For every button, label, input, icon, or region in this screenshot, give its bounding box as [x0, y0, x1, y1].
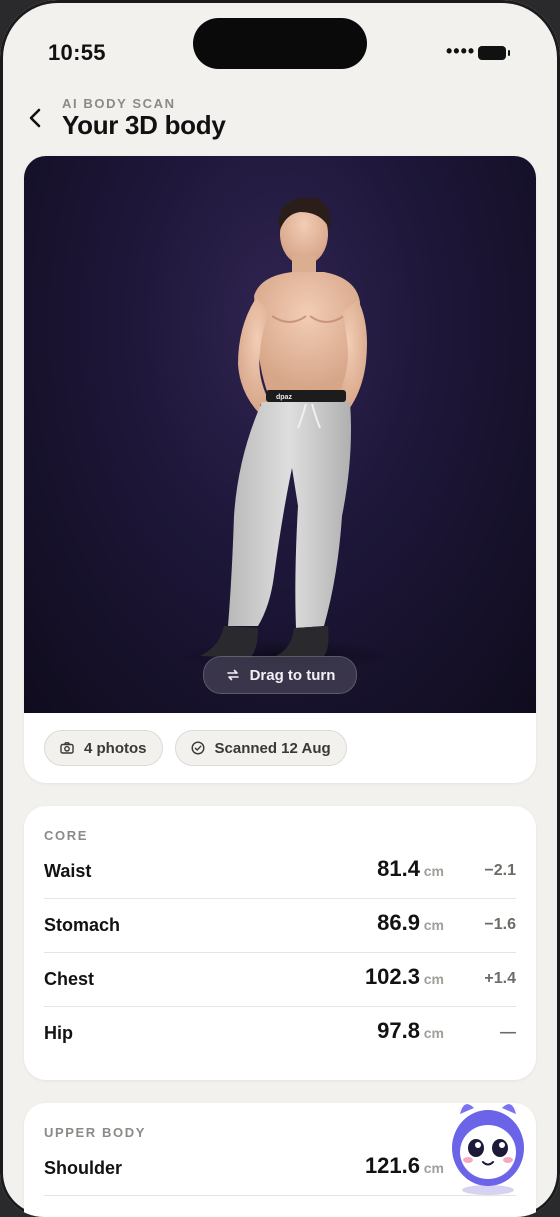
row-divider [44, 1006, 516, 1007]
measurement-delta: −2.1 [484, 862, 516, 879]
body-model-card: dpaz Drag to turn 4 photos Scanned 12 Au… [24, 156, 536, 783]
page-eyebrow: AI BODY SCAN [62, 96, 176, 111]
measurement-value: 121.6 [364, 1153, 420, 1178]
rotate-icon [226, 669, 239, 681]
measurement-name: Hip [44, 1023, 73, 1043]
measurement-name: Chest [44, 969, 95, 989]
measurement-unit: cm [423, 863, 444, 879]
measurement-delta: −1.6 [484, 916, 516, 933]
measurement-value: 86.9 [377, 910, 420, 935]
scanned-date-label: Scanned 12 Aug [214, 739, 331, 757]
section-label-core: CORE [44, 828, 88, 843]
measurement-unit: cm [423, 971, 444, 987]
phone-screen: 10:55 •••• AI BODY SCAN Your 3D body dpa… [0, 0, 560, 1217]
measurement-delta: +1.4 [484, 970, 516, 987]
dynamic-island [193, 18, 367, 69]
measurement-value: 102.3 [364, 964, 420, 989]
core-measurements-card: CORE Waist 81.4 cm −2.1 Stomach 86.9 cm … [24, 806, 536, 1080]
waistband-logo: dpaz [276, 394, 292, 401]
back-button[interactable] [26, 106, 46, 130]
measurement-row[interactable]: Waist 81.4 cm −2.1 [44, 844, 516, 898]
row-divider [44, 898, 516, 899]
measurement-unit: cm [423, 1160, 444, 1176]
photos-chip[interactable]: 4 photos [44, 730, 163, 766]
photos-chip-label: 4 photos [84, 739, 147, 757]
assistant-mascot-button[interactable] [446, 1094, 530, 1198]
measurement-value: 97.8 [377, 1018, 420, 1043]
measurement-row[interactable] [44, 1195, 516, 1217]
drag-to-turn-label: Drag to turn [249, 666, 336, 684]
battery-icon [478, 46, 510, 60]
measurement-row[interactable]: Stomach 86.9 cm −1.6 [44, 898, 516, 952]
measurement-unit: cm [423, 1025, 444, 1041]
check-circle-icon [190, 741, 205, 755]
measurement-name: Shoulder [44, 1158, 123, 1178]
chevron-left-icon [29, 108, 41, 128]
measurement-unit: cm [423, 917, 444, 933]
drag-to-turn-hint[interactable]: Drag to turn [203, 656, 357, 694]
row-divider [44, 952, 516, 953]
camera-icon [60, 742, 74, 754]
measurement-name: Waist [44, 861, 92, 881]
status-time: 10:55 [48, 40, 106, 65]
scanned-date-chip[interactable]: Scanned 12 Aug [174, 730, 347, 766]
body-model-figure: dpaz [176, 197, 396, 672]
measurement-delta: — [500, 1024, 516, 1041]
measurement-row[interactable]: Chest 102.3 cm +1.4 [44, 952, 516, 1006]
measurement-value: 81.4 [377, 856, 420, 881]
measurement-row[interactable]: Hip 97.8 cm — [44, 1006, 516, 1060]
signal-icon: •••• [446, 41, 476, 61]
scan-info-chips: 4 photos Scanned 12 Aug [44, 730, 347, 766]
body-3d-viewer[interactable]: dpaz Drag to turn [24, 156, 536, 713]
page-title: Your 3D body [62, 110, 226, 140]
measurement-name: Stomach [44, 915, 121, 935]
section-label-upper-body: UPPER BODY [44, 1125, 146, 1140]
